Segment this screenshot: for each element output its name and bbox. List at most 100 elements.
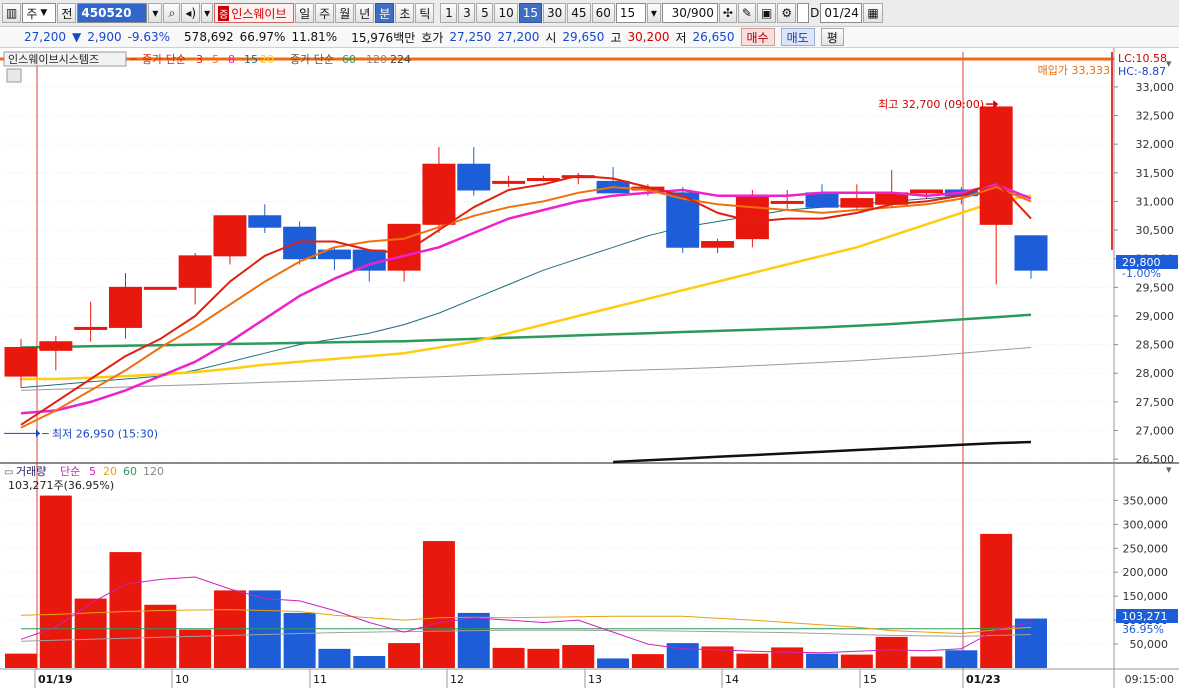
candle-body[interactable] [805, 192, 839, 208]
volume-bar[interactable] [806, 653, 839, 668]
candle-body[interactable] [213, 215, 247, 257]
volume-bar[interactable] [980, 533, 1013, 668]
chart-menu-icon[interactable]: ▥ [2, 3, 22, 23]
volume-tick-label: 300,000 [1123, 518, 1169, 531]
candle-body[interactable] [457, 163, 491, 191]
volume-bar[interactable] [144, 604, 177, 668]
period-tab-년[interactable]: 년 [355, 3, 375, 23]
candle-body[interactable] [840, 198, 874, 208]
candle-body[interactable] [283, 226, 317, 260]
code-dropdown-icon[interactable]: ▾ [148, 3, 163, 23]
volume-bar[interactable] [5, 653, 37, 668]
volume-bar[interactable] [771, 647, 804, 668]
interval-tab-10[interactable]: 10 [494, 3, 518, 23]
candle-body[interactable] [492, 180, 526, 184]
volume-bar[interactable] [840, 654, 873, 668]
interval-tab-60[interactable]: 60 [591, 3, 615, 23]
speaker-icon[interactable]: ◂) [181, 3, 201, 23]
volume-bar[interactable] [422, 541, 455, 668]
stock-name-field[interactable]: 증 인스웨이브 [214, 3, 295, 23]
price-tick-label: 29,000 [1136, 310, 1175, 323]
period-tab-주[interactable]: 주 [315, 3, 335, 23]
interval-tab-45[interactable]: 45 [567, 3, 591, 23]
volume-bar[interactable] [388, 643, 421, 668]
search-icon[interactable]: ⌕ [163, 3, 181, 23]
candle-body[interactable] [352, 249, 386, 271]
volume-bar[interactable] [109, 552, 142, 668]
volume-bar[interactable] [213, 590, 246, 668]
volume-bar[interactable] [39, 495, 72, 668]
prev-button[interactable]: 전 [57, 3, 77, 23]
volume-bar[interactable] [283, 612, 316, 668]
min-dash-icon: ─ [41, 427, 49, 440]
volume-bar[interactable] [875, 636, 908, 668]
period-tab-일[interactable]: 일 [295, 3, 315, 23]
speaker-dropdown-icon[interactable]: ▾ [201, 3, 214, 23]
candle-body[interactable] [979, 106, 1013, 225]
volume-bar[interactable] [631, 654, 664, 668]
volume-bar[interactable] [353, 656, 386, 668]
volume-bar[interactable] [945, 650, 978, 668]
save-icon[interactable]: ▣ [756, 3, 777, 23]
date-checkbox[interactable] [797, 3, 810, 23]
calendar-icon[interactable]: ▦ [863, 3, 883, 23]
market-type-select[interactable]: 주 ▼ [22, 3, 57, 23]
interval-dropdown-icon[interactable]: ▾ [646, 3, 661, 23]
market-type-value: 주 [26, 6, 38, 21]
gear-icon[interactable]: ⚙ [777, 3, 797, 23]
volume-bar[interactable] [736, 653, 769, 668]
buy-button[interactable]: 매수 [740, 28, 775, 46]
volume-bar[interactable] [179, 629, 212, 668]
volume-bar[interactable] [527, 648, 560, 668]
interval-tab-30[interactable]: 30 [543, 3, 567, 23]
volume-bar[interactable] [457, 612, 490, 668]
period-tab-초[interactable]: 초 [395, 3, 415, 23]
stock-code-input[interactable]: 450520 [77, 3, 148, 23]
volume-bar[interactable] [74, 598, 107, 668]
period-tab-월[interactable]: 월 [335, 3, 355, 23]
candle-body[interactable] [1014, 235, 1048, 271]
volume-tick-label: 50,000 [1130, 638, 1169, 651]
time-axis-label: 01/19 [38, 673, 73, 686]
current-volume-label: 103,271 [1122, 610, 1168, 623]
candle-body[interactable] [387, 223, 421, 271]
period-tab-틱[interactable]: 틱 [415, 3, 435, 23]
volume-bar[interactable] [1015, 618, 1047, 668]
price-volume-chart[interactable]: 26,50027,00027,50028,00028,50029,00029,5… [0, 48, 1179, 688]
candle-body[interactable] [770, 200, 804, 204]
candle-body[interactable] [735, 195, 769, 240]
volume-bar[interactable] [318, 648, 351, 668]
volume-bar[interactable] [562, 645, 595, 668]
candle-body[interactable] [108, 286, 142, 328]
crosshair-icon[interactable]: ✣ [718, 3, 737, 23]
legend-ma-label: 종가 단순 [142, 53, 186, 66]
interval-tab-1[interactable]: 1 [440, 3, 458, 23]
interval-tab-5[interactable]: 5 [476, 3, 494, 23]
volume-bar[interactable] [597, 658, 630, 668]
sell-button[interactable]: 매도 [780, 28, 815, 46]
candle-body[interactable] [701, 241, 735, 248]
candle-body[interactable] [422, 163, 456, 225]
candle-body[interactable] [910, 189, 944, 194]
candle-body[interactable] [4, 346, 38, 377]
count-input[interactable]: 30/900 [661, 3, 718, 23]
volume-bar[interactable] [492, 647, 525, 668]
candle-body[interactable] [39, 341, 73, 351]
period-tab-분[interactable]: 분 [375, 3, 395, 23]
candle-body[interactable] [143, 286, 177, 290]
interval-tab-15[interactable]: 15 [518, 3, 542, 23]
draw-tool-icon[interactable]: ✎ [737, 3, 756, 23]
candle-body[interactable] [526, 178, 560, 182]
volume-bar[interactable] [910, 656, 943, 668]
eval-button[interactable]: 평 [820, 28, 844, 46]
grid-toggle-icon[interactable] [6, 68, 22, 83]
time-axis-label: 10 [175, 673, 189, 686]
candle-body[interactable] [248, 215, 282, 228]
interval-tab-3[interactable]: 3 [458, 3, 476, 23]
candle-body[interactable] [178, 255, 212, 288]
date-input[interactable]: 01/24 [820, 3, 863, 23]
interval-tabs: 1 3 5 10 15 30 45 60 [440, 3, 615, 23]
candle-body[interactable] [74, 326, 108, 330]
interval-input[interactable]: 15 [615, 3, 646, 23]
volume-bar[interactable] [248, 590, 281, 668]
